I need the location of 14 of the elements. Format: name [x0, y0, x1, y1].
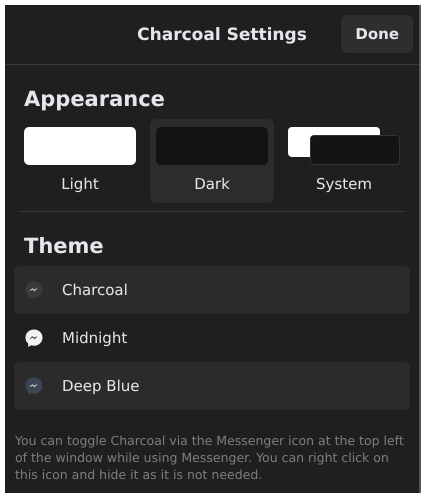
theme-item[interactable]: Deep Blue: [14, 362, 410, 410]
section-heading: Appearance: [23, 86, 166, 113]
appearance-option[interactable]: Light: [18, 119, 142, 203]
appearance-option[interactable]: System: [282, 119, 406, 203]
theme-item[interactable]: Charcoal: [14, 266, 410, 314]
dialog-title: Charcoal Settings: [137, 24, 307, 44]
system-preview-icon: [288, 127, 400, 165]
light-preview-icon: [24, 127, 136, 165]
info-text: You can toggle Charcoal via the Messenger icon at the top left of the window while using Messenger. You can right click on this icon and hide it as it is not needed.: [15, 432, 405, 483]
section-heading: Theme: [23, 233, 105, 260]
dark-preview-icon: [156, 127, 268, 165]
theme-item[interactable]: Midnight: [14, 314, 410, 362]
appearance-option[interactable]: Dark: [150, 119, 274, 203]
done-button[interactable]: Done: [341, 15, 413, 53]
